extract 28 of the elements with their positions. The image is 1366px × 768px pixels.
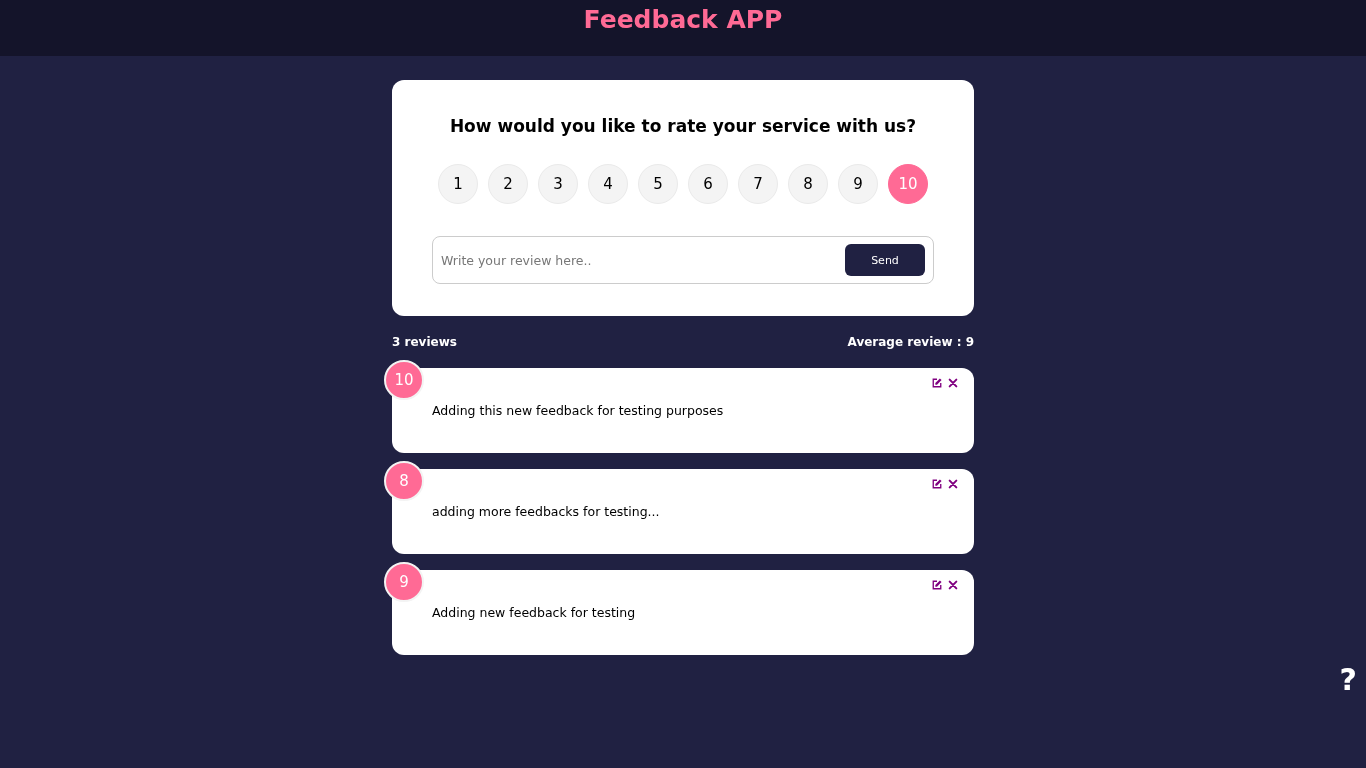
- pencil-icon[interactable]: [932, 378, 942, 388]
- rating-badge: 10: [384, 360, 424, 400]
- rating-option[interactable]: 8: [788, 164, 828, 204]
- close-icon[interactable]: [948, 580, 958, 590]
- rating-option[interactable]: 6: [688, 164, 728, 204]
- rating-badge: 9: [384, 562, 424, 602]
- review-input-field[interactable]: Write your review here.. Send: [432, 236, 934, 284]
- rating-option[interactable]: 5: [638, 164, 678, 204]
- rating-option[interactable]: 2: [488, 164, 528, 204]
- review-count: 3 reviews: [392, 334, 457, 350]
- review-text: adding more feedbacks for testing...: [432, 503, 661, 521]
- close-icon[interactable]: [948, 479, 958, 489]
- rating-question: How would you like to rate your service with us?: [449, 115, 917, 138]
- rating-option[interactable]: 7: [738, 164, 778, 204]
- rating-option[interactable]: 4: [588, 164, 628, 204]
- review-text: Adding this new feedback for testing purposes: [432, 402, 725, 420]
- rating-badge: 8: [384, 461, 424, 501]
- review-text: Adding new feedback for testing: [432, 604, 637, 622]
- pencil-icon[interactable]: [932, 580, 942, 590]
- rating-option[interactable]: 1: [438, 164, 478, 204]
- rating-option[interactable]: 9: [838, 164, 878, 204]
- rating-option[interactable]: 3: [538, 164, 578, 204]
- help-link[interactable]: ?: [1339, 664, 1357, 696]
- send-button[interactable]: Send: [845, 244, 925, 276]
- pencil-icon[interactable]: [932, 479, 942, 489]
- average-review: Average review : 9: [847, 334, 974, 350]
- close-icon[interactable]: [948, 378, 958, 388]
- app-title: Feedback APP: [583, 4, 783, 36]
